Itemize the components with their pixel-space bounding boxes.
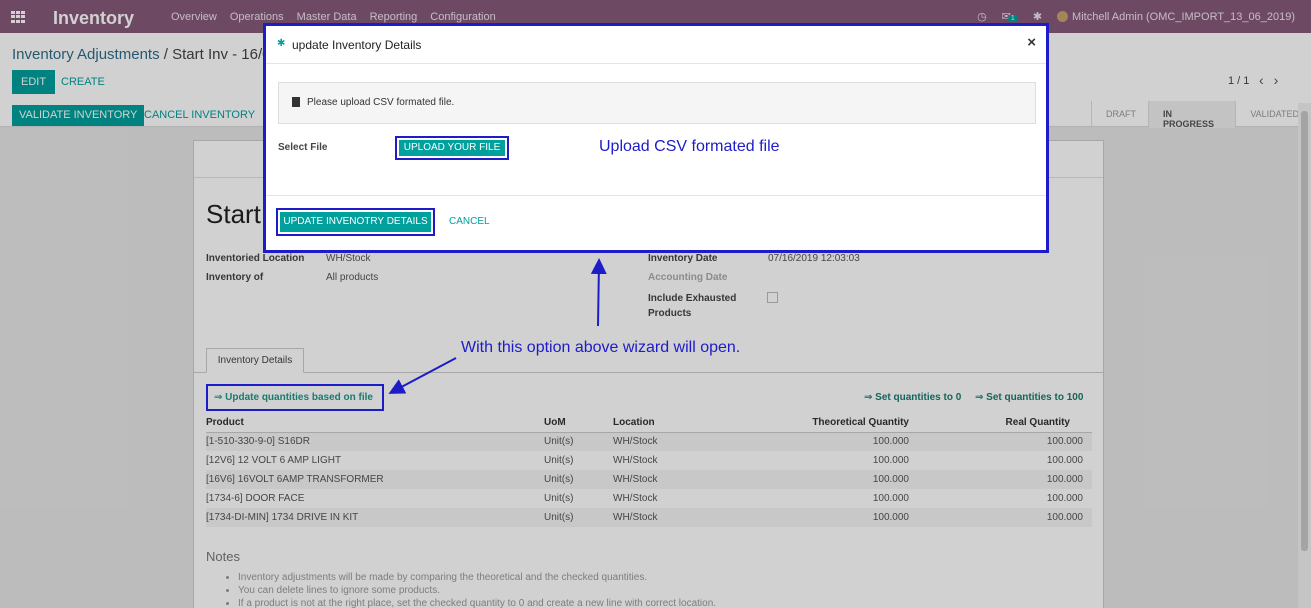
- upload-file-button[interactable]: UPLOAD YOUR FILE: [395, 136, 509, 160]
- update-quantities-file-link[interactable]: ⇒ Update quantities based on file: [206, 384, 384, 411]
- file-icon: [292, 97, 300, 107]
- bug-icon: ✱: [277, 38, 286, 49]
- dialog-title: update Inventory Details: [292, 38, 422, 52]
- dialog-footer-divider: [266, 195, 1046, 196]
- dialog-cancel-button[interactable]: CANCEL: [449, 216, 490, 227]
- info-message: Please upload CSV formated file.: [307, 97, 455, 108]
- update-inventory-dialog: ✱ update Inventory Details × Please uplo…: [263, 23, 1049, 253]
- close-icon[interactable]: ×: [1027, 34, 1036, 51]
- update-details-button[interactable]: UPDATE INVENOTRY DETAILS: [276, 208, 435, 236]
- wizard-annotation: With this option above wizard will open.: [461, 339, 741, 356]
- dialog-header: ✱ update Inventory Details ×: [266, 26, 1046, 64]
- select-file-label: Select File: [278, 142, 328, 153]
- update-details-label: UPDATE INVENOTRY DETAILS: [280, 212, 431, 232]
- upload-annotation: Upload CSV formated file: [599, 138, 780, 155]
- info-box: Please upload CSV formated file.: [278, 82, 1036, 124]
- upload-file-label: UPLOAD YOUR FILE: [399, 140, 505, 156]
